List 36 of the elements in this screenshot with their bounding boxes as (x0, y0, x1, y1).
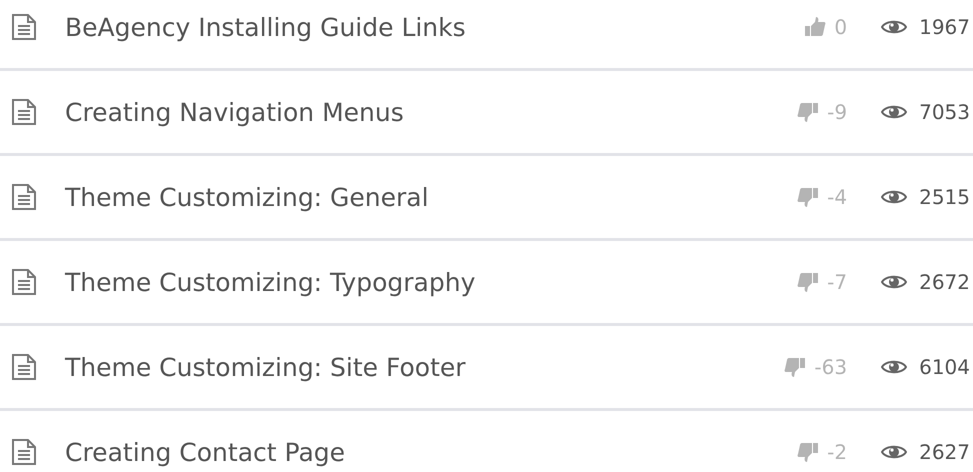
vote-count: -9 (827, 100, 848, 124)
vote-count: -4 (827, 185, 848, 209)
view-count: 2515 (919, 185, 970, 209)
thumbs-up-icon[interactable] (804, 16, 826, 38)
eye-icon (881, 358, 908, 376)
document-icon (10, 438, 38, 466)
eye-icon (881, 273, 908, 291)
thumbs-down-icon[interactable] (797, 101, 820, 123)
article-link[interactable]: Theme Customizing: Typography (65, 268, 798, 296)
document-icon (10, 183, 38, 211)
view-count: 7053 (919, 100, 970, 124)
thumbs-down-icon[interactable] (784, 356, 806, 378)
view-count: 2627 (919, 440, 970, 464)
view-count: 2672 (919, 270, 970, 294)
thumbs-down-icon[interactable] (797, 441, 820, 463)
eye-icon (881, 188, 908, 206)
thumbs-down-icon[interactable] (797, 271, 820, 293)
vote-count: -63 (814, 355, 848, 379)
document-icon (10, 98, 38, 126)
article-link[interactable]: Creating Navigation Menus (65, 98, 798, 126)
article-link[interactable]: BeAgency Installing Guide Links (65, 12, 804, 42)
document-icon (10, 353, 38, 381)
vote-count: -7 (827, 270, 848, 294)
thumbs-down-icon[interactable] (797, 186, 820, 208)
vote-count: -2 (827, 440, 848, 464)
article-link[interactable]: Creating Contact Page (65, 438, 798, 466)
view-count: 6104 (919, 355, 970, 379)
document-icon (10, 268, 38, 296)
eye-icon (881, 18, 908, 36)
view-count: 1967 (919, 15, 970, 39)
document-icon (10, 13, 38, 41)
article-link[interactable]: Theme Customizing: General (65, 182, 798, 212)
eye-icon (881, 103, 908, 121)
article-link[interactable]: Theme Customizing: Site Footer (65, 352, 784, 382)
eye-icon (881, 443, 908, 461)
vote-count: 0 (834, 15, 848, 39)
